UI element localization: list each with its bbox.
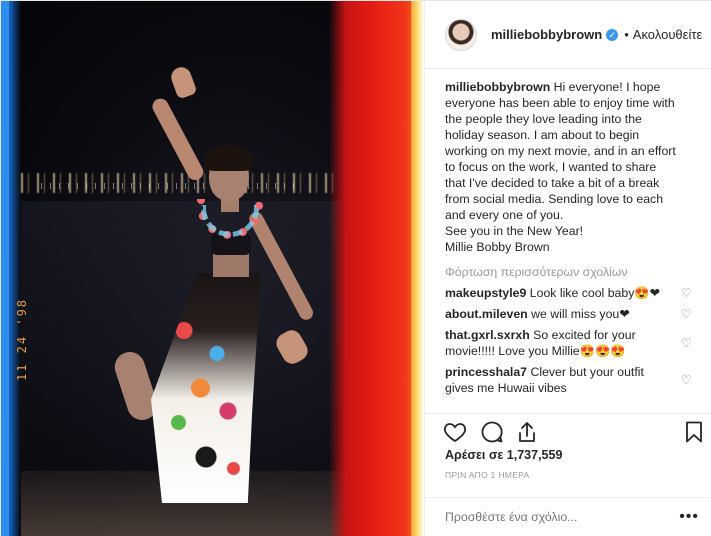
comment-item: about.mileven we will miss you❤ ♡ bbox=[445, 306, 693, 322]
add-comment-input[interactable] bbox=[445, 510, 680, 524]
extended-hand bbox=[272, 326, 312, 368]
caption-line: everyone has been able to enjoy time wit… bbox=[445, 96, 675, 110]
date-stamp: 11 24 '98 bbox=[15, 297, 29, 381]
comments-section[interactable]: milliebobbybrown Hi everyone! I hope eve… bbox=[425, 69, 711, 413]
caption-line: the people they love leading into the bbox=[445, 112, 642, 126]
load-more-comments-link[interactable]: Φόρτωση περισσότερων σχολίων bbox=[445, 264, 693, 280]
post-container: 11 24 '98 milliebobbybrown ✓ • Ακολουθεί… bbox=[0, 0, 711, 536]
post-photo[interactable]: 11 24 '98 bbox=[1, 1, 424, 536]
comment-text: Look like cool baby😍❤ bbox=[529, 286, 660, 300]
blue-light-leak-edge bbox=[1, 1, 9, 536]
caption-line: from social media. Sending love to each bbox=[445, 192, 664, 206]
caption-username[interactable]: milliebobbybrown bbox=[445, 80, 550, 94]
comment-text: we will miss you❤ bbox=[531, 307, 630, 321]
add-comment-bar: ••• bbox=[425, 497, 711, 536]
more-options-icon[interactable]: ••• bbox=[679, 508, 699, 526]
caption-line: that I've decided to take a bit of a bre… bbox=[445, 176, 660, 190]
caption-line: See you in the New Year! bbox=[445, 224, 584, 238]
caption-line: and every one of you. bbox=[445, 208, 564, 222]
caption-line: holiday season. I am about to begin bbox=[445, 128, 640, 142]
red-light-leak bbox=[329, 1, 424, 536]
caption-line: Hi everyone! I hope bbox=[553, 80, 661, 94]
post-caption: milliebobbybrown Hi everyone! I hope eve… bbox=[445, 79, 693, 255]
verified-badge-icon: ✓ bbox=[606, 28, 619, 41]
comment-item: princesshala7 Clever but your outfit giv… bbox=[445, 364, 693, 396]
post-actions-bar bbox=[425, 413, 711, 449]
floral-skirt bbox=[151, 273, 261, 503]
comment-like-heart-icon[interactable]: ♡ bbox=[681, 308, 693, 320]
raised-arm bbox=[149, 95, 207, 183]
yellow-light-leak bbox=[411, 1, 424, 536]
comment-item: that.gxrl.sxrxh So excited for your movi… bbox=[445, 327, 693, 359]
comment-icon[interactable] bbox=[480, 420, 504, 444]
comment-item: makeupstyle9 Look like cool baby😍❤ ♡ bbox=[445, 285, 693, 301]
header-username[interactable]: milliebobbybrown bbox=[491, 27, 602, 42]
profile-avatar[interactable] bbox=[445, 18, 477, 51]
caption-line: working on my next movie, and in an effo… bbox=[445, 144, 676, 158]
likes-count[interactable]: Αρέσει σε 1,737,559 bbox=[445, 448, 562, 462]
comment-username[interactable]: about.mileven bbox=[445, 307, 528, 321]
raised-hand bbox=[168, 64, 198, 100]
comment-username[interactable]: makeupstyle9 bbox=[445, 286, 526, 300]
comment-username[interactable]: that.gxrl.sxrxh bbox=[445, 328, 530, 342]
caption-line: Millie Bobby Brown bbox=[445, 240, 550, 254]
heart-icon[interactable] bbox=[443, 420, 467, 444]
share-icon[interactable] bbox=[515, 420, 539, 444]
post-timestamp[interactable]: ΠΡΙΝ ΑΠΟ 1 ΗΜΕΡΑ bbox=[445, 470, 529, 480]
caption-line: to focus on the work, I wanted to share bbox=[445, 160, 657, 174]
comment-like-heart-icon[interactable]: ♡ bbox=[681, 337, 693, 349]
header-separator: • bbox=[624, 27, 629, 42]
comment-like-heart-icon[interactable]: ♡ bbox=[681, 374, 693, 386]
post-side-panel: milliebobbybrown ✓ • Ακολουθείτε millieb… bbox=[424, 1, 711, 536]
bookmark-icon[interactable] bbox=[682, 420, 706, 444]
comment-like-heart-icon[interactable]: ♡ bbox=[681, 287, 693, 299]
hair bbox=[205, 145, 253, 171]
comment-username[interactable]: princesshala7 bbox=[445, 365, 527, 379]
post-header: milliebobbybrown ✓ • Ακολουθείτε bbox=[425, 1, 711, 69]
follow-status-button[interactable]: Ακολουθείτε bbox=[633, 27, 702, 42]
